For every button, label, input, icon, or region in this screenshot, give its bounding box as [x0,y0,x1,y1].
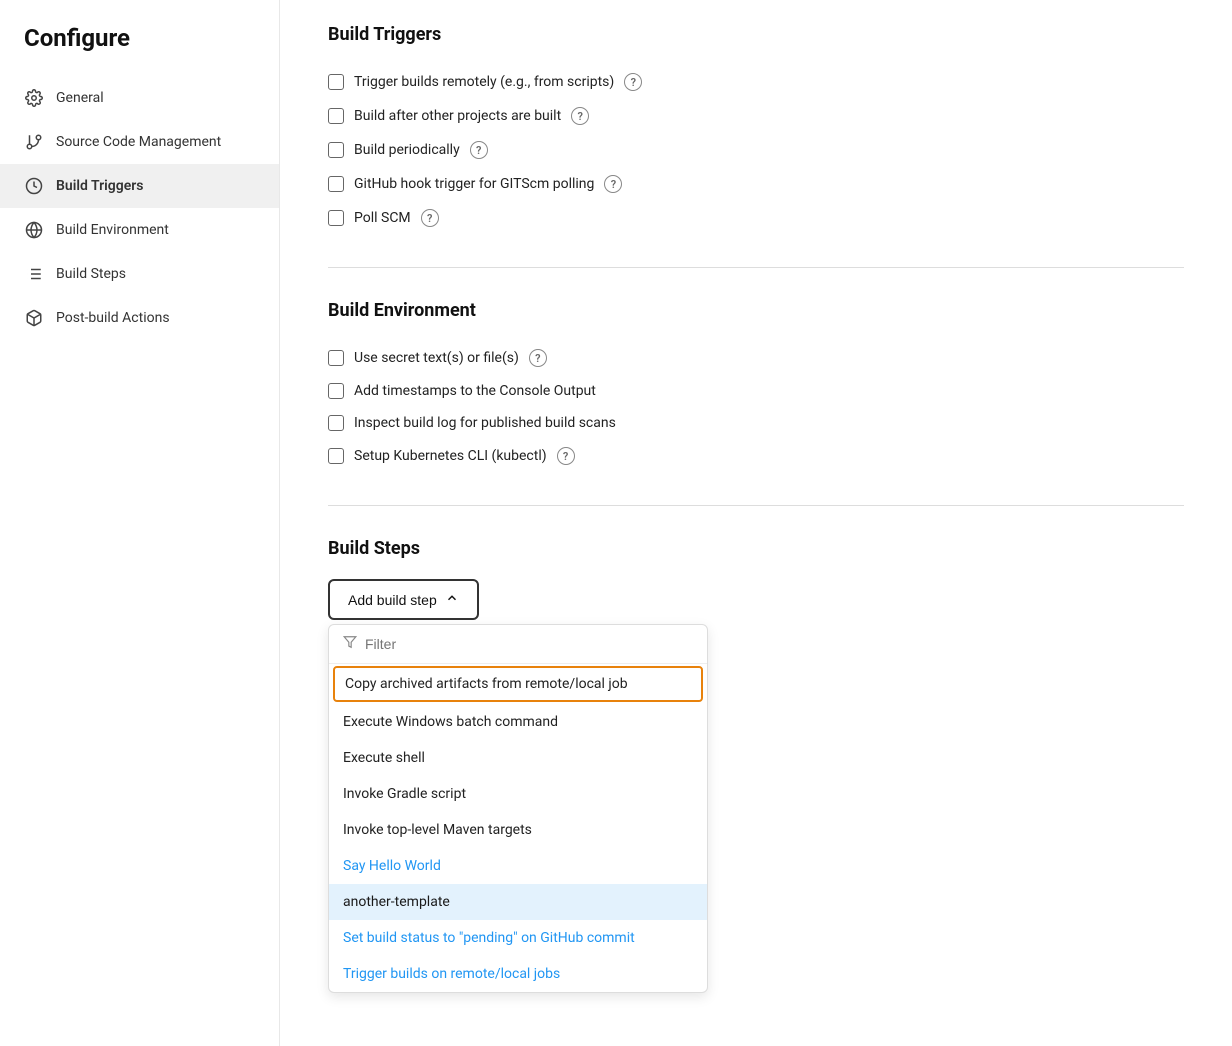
list-icon [24,264,44,284]
secret-text-label: Use secret text(s) or file(s) [354,350,519,366]
dropdown-item-execute-shell[interactable]: Execute shell [329,740,707,776]
sidebar-item-general[interactable]: General [0,76,279,120]
build-periodically-help-icon[interactable]: ? [470,141,488,159]
add-timestamps-checkbox[interactable] [328,383,344,399]
poll-scm-row: Poll SCM ? [328,201,1184,235]
sidebar-item-postbuild-label: Post-build Actions [56,310,170,326]
dropdown-item-invoke-gradle[interactable]: Invoke Gradle script [329,776,707,812]
build-periodically-label: Build periodically [354,142,460,158]
build-after-help-icon[interactable]: ? [571,107,589,125]
dropdown-item-set-build-status[interactable]: Set build status to "pending" on GitHub … [329,920,707,956]
add-build-step-dropdown: Copy archived artifacts from remote/loca… [328,624,708,993]
build-after-label: Build after other projects are built [354,108,561,124]
filter-icon [343,635,357,653]
clock-icon [24,176,44,196]
dropdown-item-say-hello[interactable]: Say Hello World [329,848,707,884]
add-timestamps-row: Add timestamps to the Console Output [328,375,1184,407]
sidebar-item-source-code[interactable]: Source Code Management [0,120,279,164]
inspect-log-row: Inspect build log for published build sc… [328,407,1184,439]
secret-text-checkbox[interactable] [328,350,344,366]
dropdown-item-copy-archived[interactable]: Copy archived artifacts from remote/loca… [333,666,703,702]
box-icon [24,308,44,328]
inspect-log-checkbox[interactable] [328,415,344,431]
build-environment-title: Build Environment [328,300,1184,321]
trigger-remote-row: Trigger builds remotely (e.g., from scri… [328,65,1184,99]
build-steps-title: Build Steps [328,538,1184,559]
sidebar-item-build-environment[interactable]: Build Environment [0,208,279,252]
github-hook-help-icon[interactable]: ? [604,175,622,193]
sidebar-item-triggers-label: Build Triggers [56,178,144,194]
poll-scm-help-icon[interactable]: ? [421,209,439,227]
filter-input[interactable] [365,636,693,652]
sidebar-item-build-steps[interactable]: Build Steps [0,252,279,296]
poll-scm-label: Poll SCM [354,210,411,226]
add-build-step-label: Add build step [348,592,437,608]
dropdown-item-another-template[interactable]: another-template [329,884,707,920]
chevron-up-icon [445,591,459,608]
dropdown-item-execute-windows[interactable]: Execute Windows batch command [329,704,707,740]
trigger-remote-help-icon[interactable]: ? [624,73,642,91]
secret-text-help-icon[interactable]: ? [529,349,547,367]
setup-kubectl-checkbox[interactable] [328,448,344,464]
inspect-log-label: Inspect build log for published build sc… [354,415,616,431]
sidebar: Configure General Source Code Management… [0,0,280,1046]
sidebar-item-environment-label: Build Environment [56,222,169,238]
main-content: Build Triggers Trigger builds remotely (… [280,0,1232,1046]
build-triggers-section: Build Triggers Trigger builds remotely (… [328,24,1184,235]
divider-1 [328,267,1184,268]
setup-kubectl-help-icon[interactable]: ? [557,447,575,465]
build-periodically-checkbox[interactable] [328,142,344,158]
build-steps-section: Build Steps Add build step Copy archi [328,538,1184,993]
poll-scm-checkbox[interactable] [328,210,344,226]
secret-text-row: Use secret text(s) or file(s) ? [328,341,1184,375]
dropdown-item-invoke-maven[interactable]: Invoke top-level Maven targets [329,812,707,848]
sidebar-item-steps-label: Build Steps [56,266,126,282]
github-hook-row: GitHub hook trigger for GITScm polling ? [328,167,1184,201]
build-after-checkbox[interactable] [328,108,344,124]
add-timestamps-label: Add timestamps to the Console Output [354,383,596,399]
setup-kubectl-label: Setup Kubernetes CLI (kubectl) [354,448,547,464]
build-environment-section: Build Environment Use secret text(s) or … [328,300,1184,473]
dropdown-item-trigger-builds[interactable]: Trigger builds on remote/local jobs [329,956,707,992]
sidebar-item-post-build[interactable]: Post-build Actions [0,296,279,340]
trigger-remote-label: Trigger builds remotely (e.g., from scri… [354,74,614,90]
build-triggers-title: Build Triggers [328,24,1184,45]
page-title: Configure [0,24,279,76]
sidebar-item-general-label: General [56,90,104,106]
globe-icon [24,220,44,240]
trigger-remote-checkbox[interactable] [328,74,344,90]
build-periodically-row: Build periodically ? [328,133,1184,167]
setup-kubectl-row: Setup Kubernetes CLI (kubectl) ? [328,439,1184,473]
filter-row [329,625,707,664]
github-hook-checkbox[interactable] [328,176,344,192]
divider-2 [328,505,1184,506]
sidebar-item-source-label: Source Code Management [56,134,221,150]
github-hook-label: GitHub hook trigger for GITScm polling [354,176,594,192]
branch-icon [24,132,44,152]
build-after-row: Build after other projects are built ? [328,99,1184,133]
gear-icon [24,88,44,108]
add-build-step-button[interactable]: Add build step [328,579,479,620]
sidebar-item-build-triggers[interactable]: Build Triggers [0,164,279,208]
